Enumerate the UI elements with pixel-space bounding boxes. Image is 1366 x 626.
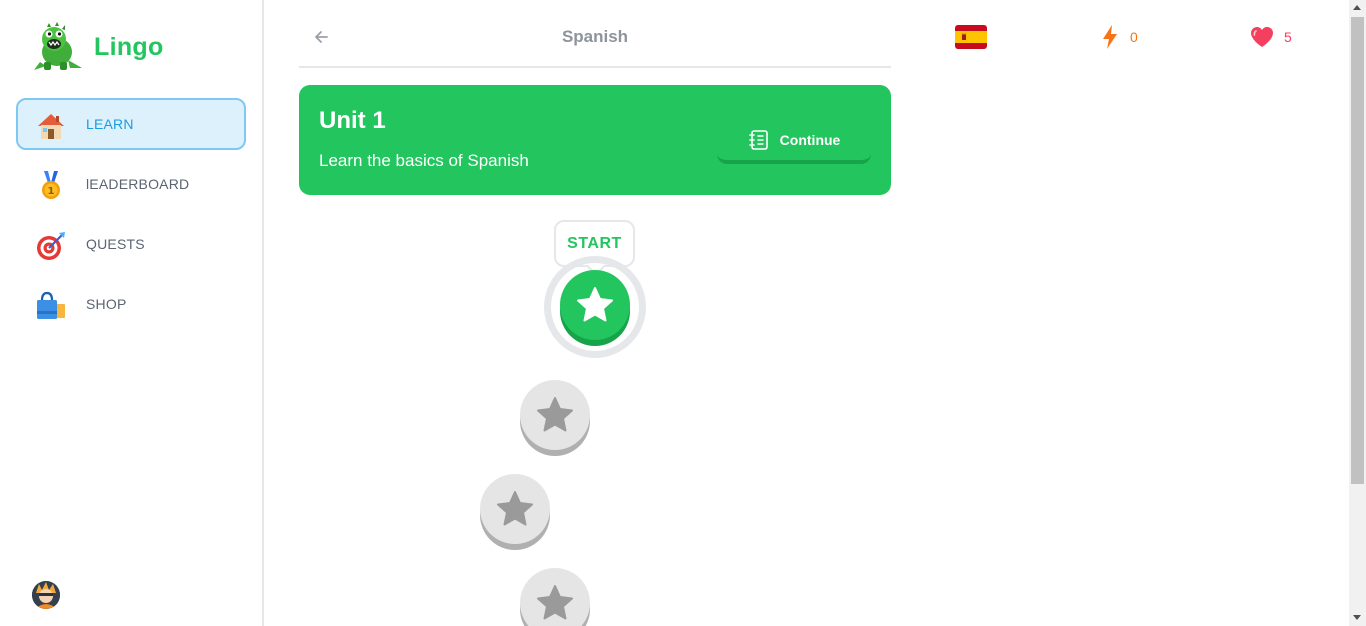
sidebar-item-shop[interactable]: SHOP [16, 278, 246, 330]
hearts-count: 5 [1284, 29, 1292, 45]
avatar-image-icon [32, 581, 60, 609]
app-root: Lingo LEARN 1 lEADERBOARD QUESTS SHOP Sp… [0, 0, 1366, 626]
target-icon [37, 232, 65, 260]
star-icon [497, 491, 533, 526]
mascot-logo-icon [34, 22, 82, 70]
shopping-bag-icon [37, 291, 65, 319]
lesson-button[interactable] [480, 474, 550, 544]
user-avatar[interactable] [32, 581, 60, 609]
brand-name: Lingo [94, 32, 164, 61]
sidebar: Lingo LEARN 1 lEADERBOARD QUESTS SHOP [0, 0, 264, 626]
course-title: Spanish [561, 27, 629, 46]
sidebar-item-quests[interactable]: QUESTS [16, 218, 246, 270]
heart-icon [1251, 27, 1273, 47]
scroll-down-icon[interactable] [1353, 615, 1361, 620]
sidebar-item-learn[interactable]: LEARN [16, 98, 246, 150]
sidebar-item-label: QUESTS [86, 236, 145, 252]
unit-title: Unit 1 [319, 107, 386, 134]
sidebar-item-label: SHOP [86, 296, 127, 312]
scroll-thumb[interactable] [1351, 17, 1364, 484]
brand[interactable]: Lingo [30, 22, 164, 72]
star-icon [537, 397, 573, 432]
continue-label: Continue [779, 131, 841, 148]
scroll-up-icon[interactable] [1353, 5, 1361, 10]
lesson-button[interactable] [560, 270, 630, 340]
sidebar-nav: LEARN 1 lEADERBOARD QUESTS SHOP [16, 98, 246, 338]
spain-flag-icon [955, 25, 987, 49]
unit-description: Learn the basics of Spanish [319, 151, 529, 170]
star-icon [577, 287, 613, 322]
unit-banner: Unit 1 Learn the basics of Spanish Conti… [299, 85, 891, 195]
lightning-icon [1103, 25, 1117, 49]
medal-icon: 1 [42, 171, 60, 199]
sidebar-item-label: LEARN [86, 116, 134, 132]
hearts-stat[interactable]: 5 [1250, 26, 1292, 48]
star-icon [537, 585, 573, 620]
sidebar-item-leaderboard[interactable]: 1 lEADERBOARD [16, 158, 246, 210]
lesson-button[interactable] [520, 380, 590, 450]
sidebar-item-label: lEADERBOARD [86, 176, 190, 192]
lesson-button[interactable] [520, 568, 590, 626]
course-flag-button[interactable] [955, 25, 987, 49]
continue-button[interactable]: Continue [717, 119, 871, 164]
points-stat[interactable]: 0 [1100, 24, 1138, 50]
course-header: Spanish [299, 10, 891, 68]
page-scrollbar[interactable] [1349, 0, 1366, 626]
points-count: 0 [1130, 29, 1138, 45]
notebook-icon [748, 129, 768, 150]
house-icon [38, 114, 64, 139]
svg-text:1: 1 [48, 186, 55, 197]
start-label: START [567, 234, 622, 252]
